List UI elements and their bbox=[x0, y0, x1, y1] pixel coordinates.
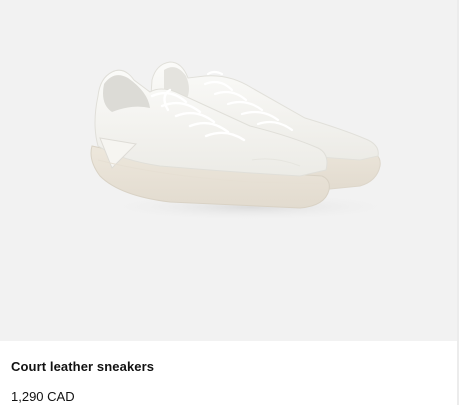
product-price: 1,290 CAD bbox=[11, 389, 75, 404]
product-card[interactable]: Court leather sneakers 1,290 CAD bbox=[0, 0, 459, 405]
product-image[interactable] bbox=[0, 0, 459, 341]
product-name[interactable]: Court leather sneakers bbox=[11, 359, 154, 374]
sneaker-pair-icon bbox=[90, 61, 400, 221]
